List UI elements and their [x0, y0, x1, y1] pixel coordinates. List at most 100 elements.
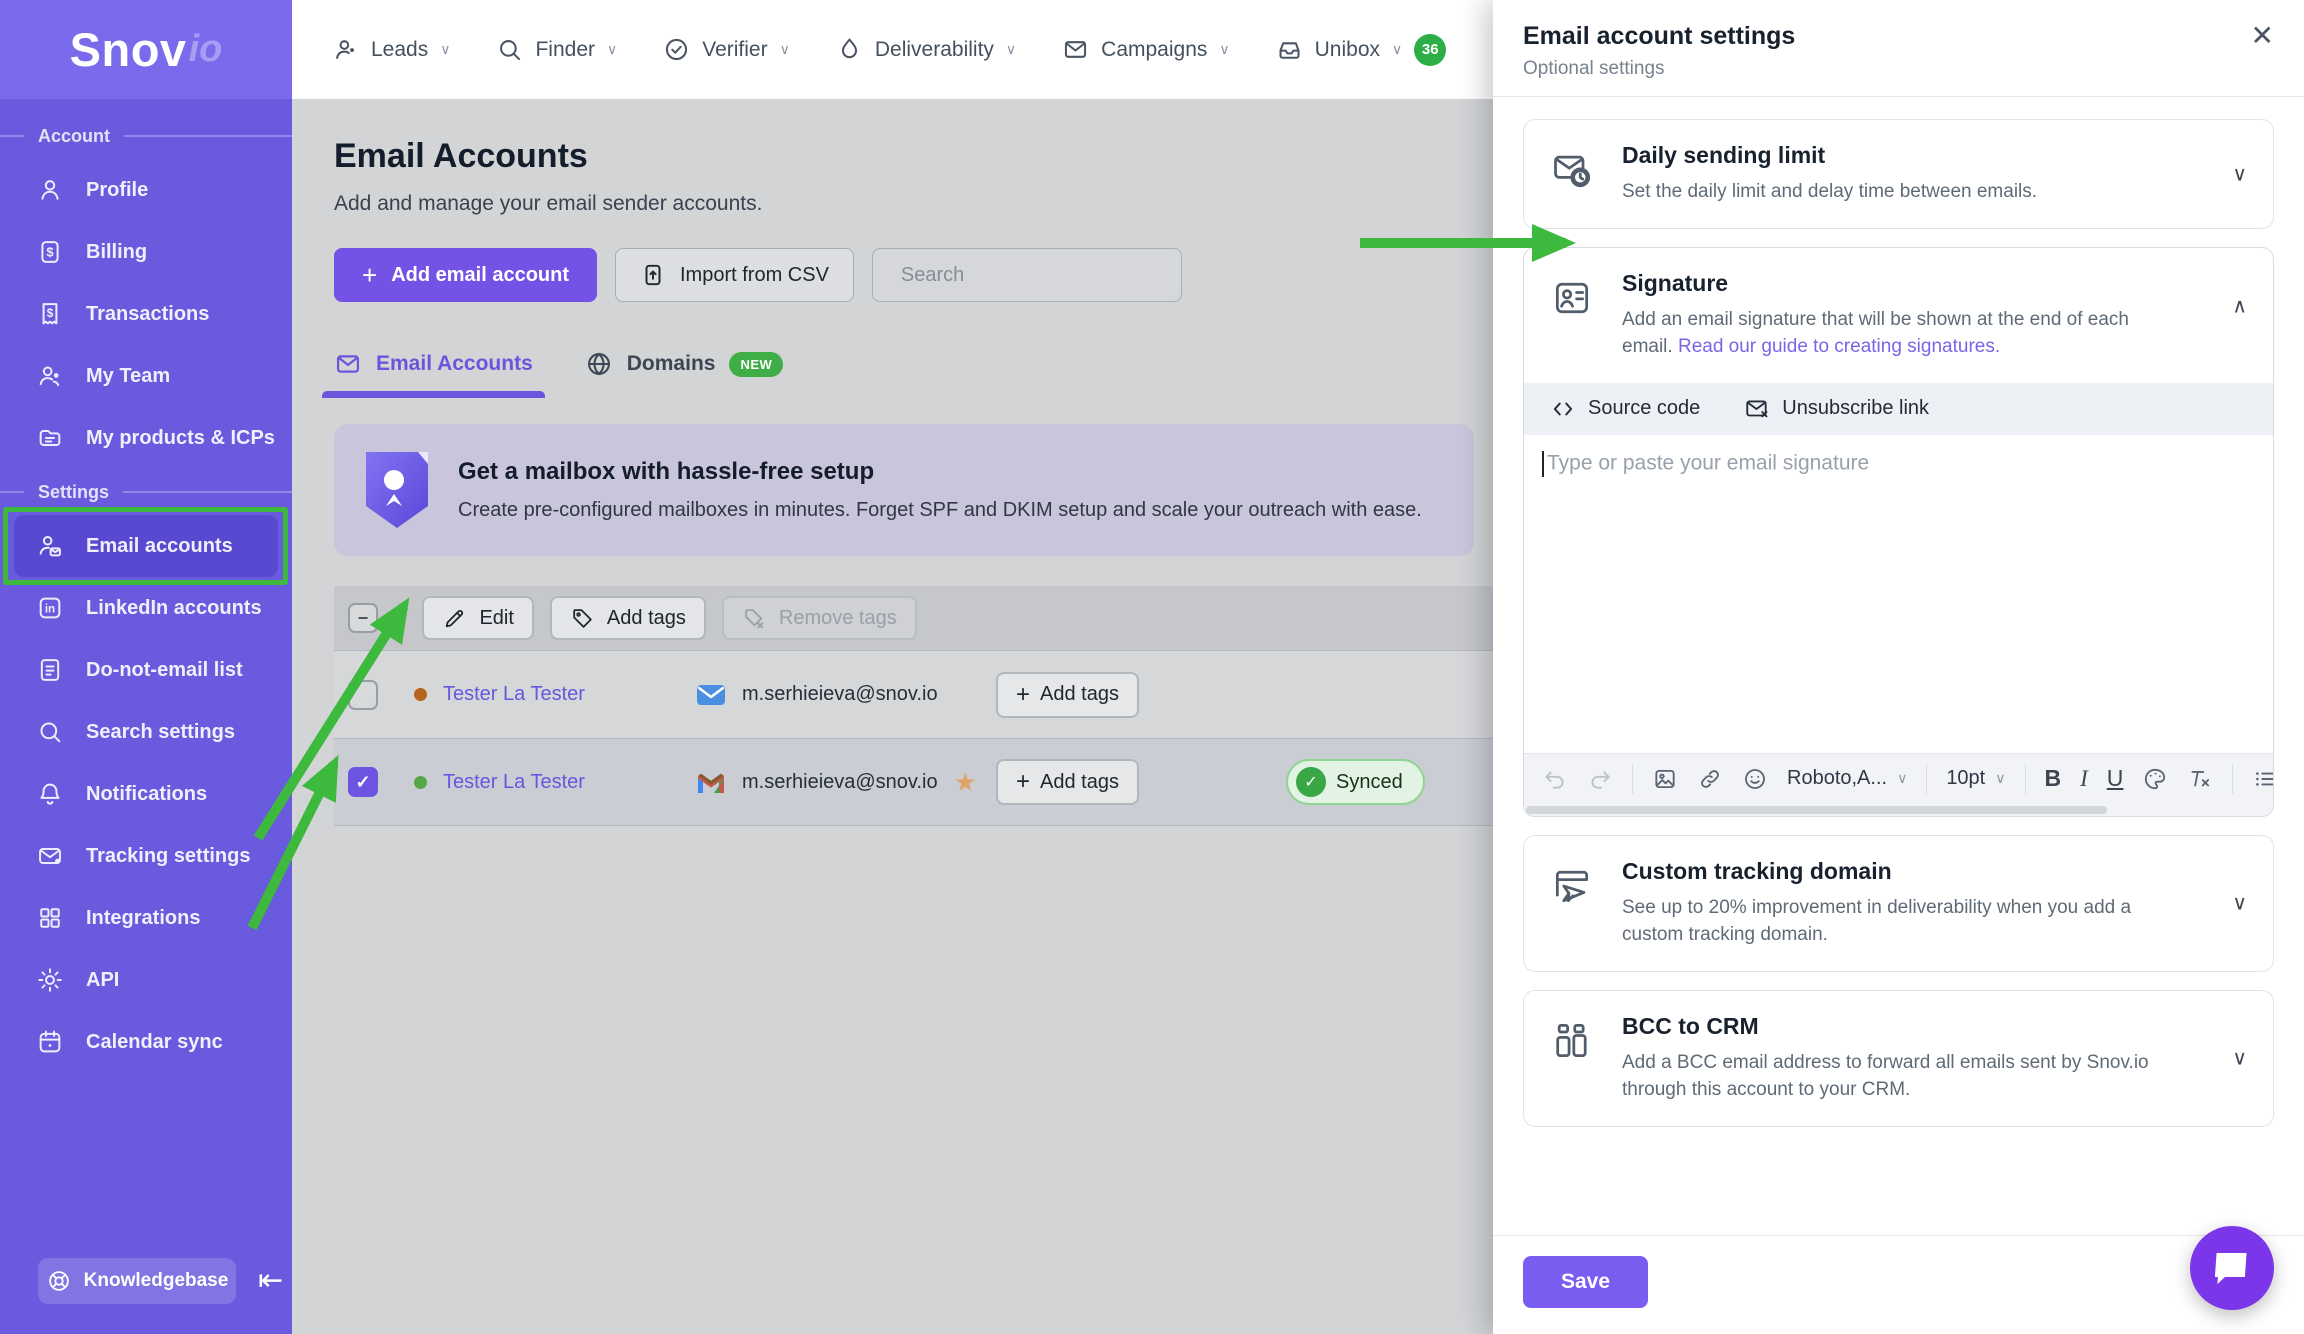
add-tags-button[interactable]: Add tags [550, 596, 706, 640]
row-add-tags-button[interactable]: + Add tags [996, 672, 1139, 718]
text-color-palette-icon[interactable] [2142, 766, 2168, 792]
row-add-tags-button[interactable]: + Add tags [996, 759, 1139, 805]
sidebar-nav: Account Profile $ Billing $ Transactions… [0, 99, 292, 1258]
font-size-dropdown[interactable]: 10pt ∨ [1946, 767, 2005, 790]
nav-label: Leads [371, 38, 428, 62]
select-all-checkbox[interactable]: − [348, 603, 378, 633]
favorite-star-icon[interactable]: ★ [954, 769, 977, 795]
mailbox-promo-banner[interactable]: Get a mailbox with hassle-free setup Cre… [334, 424, 1474, 556]
signature-guide-link[interactable]: Read our guide to creating signatures. [1678, 336, 2000, 357]
custom-tracking-domain-card[interactable]: Custom tracking domain See up to 20% imp… [1523, 835, 2274, 972]
row-add-tags-label: Add tags [1040, 683, 1119, 706]
signature-editor[interactable]: Type or paste your email signature [1524, 435, 2273, 753]
sidebar-item-tracking-settings[interactable]: Tracking settings [14, 825, 278, 887]
collapse-sidebar-icon[interactable]: ⇤ [258, 1266, 283, 1296]
emoji-icon[interactable] [1742, 766, 1768, 792]
edit-button[interactable]: Edit [422, 596, 533, 640]
chevron-down-icon: ∨ [440, 41, 450, 58]
font-size-value: 10pt [1946, 767, 1985, 790]
row-checkbox[interactable]: ✓ [348, 767, 378, 797]
italic-button[interactable]: I [2080, 766, 2088, 792]
nav-verifier[interactable]: Verifier ∨ [663, 36, 790, 63]
tab-label: Domains [627, 352, 716, 376]
nav-leads[interactable]: Leads ∨ [332, 36, 450, 63]
daily-sending-limit-card[interactable]: Daily sending limit Set the daily limit … [1523, 119, 2274, 229]
sidebar-section-settings: Settings [0, 469, 292, 515]
sidebar-item-label: Do-not-email list [86, 659, 243, 682]
sidebar-item-profile[interactable]: Profile [14, 159, 278, 221]
nav-deliverability[interactable]: Deliverability ∨ [836, 36, 1016, 63]
select-dropdown-caret[interactable]: ∨ [394, 608, 406, 628]
sidebar-item-products-icps[interactable]: My products & ICPs [14, 407, 278, 469]
remove-tags-label: Remove tags [779, 607, 897, 630]
table-row[interactable]: Tester La Tester m.serhieieva@snov.io + … [334, 650, 1493, 738]
panel-footer: Save [1493, 1235, 2304, 1334]
sidebar-item-email-accounts[interactable]: Email accounts [14, 515, 278, 577]
sidebar-item-integrations[interactable]: Integrations [14, 887, 278, 949]
nav-finder[interactable]: Finder ∨ [496, 36, 617, 63]
sidebar-item-label: Profile [86, 179, 148, 202]
search-icon [496, 36, 523, 63]
tab-domains[interactable]: Domains NEW [585, 350, 784, 398]
sidebar-item-my-team[interactable]: My Team [14, 345, 278, 407]
card-title: Signature [1622, 270, 2247, 297]
chevron-up-icon[interactable]: ∧ [2232, 293, 2247, 318]
close-icon[interactable]: ✕ [2251, 22, 2274, 50]
insert-link-icon[interactable] [1697, 766, 1723, 792]
import-from-csv-button[interactable]: Import from CSV [615, 248, 854, 302]
account-email: m.serhieieva@snov.io [742, 683, 938, 706]
font-family-value: Roboto,A... [1787, 767, 1887, 790]
table-row[interactable]: ✓ Tester La Tester m.serhieieva@snov.io … [334, 738, 1493, 826]
nav-unibox[interactable]: Unibox ∨ 36 [1276, 34, 1447, 66]
remove-tags-button[interactable]: Remove tags [722, 596, 917, 640]
snov-logo[interactable]: Snovio [0, 0, 292, 99]
search-input[interactable] [901, 264, 1166, 287]
chevron-down-icon[interactable]: ∨ [2232, 1046, 2247, 1071]
sidebar-item-do-not-email[interactable]: Do-not-email list [14, 639, 278, 701]
account-name-link[interactable]: Tester La Tester [443, 771, 585, 794]
insert-image-icon[interactable] [1652, 766, 1678, 792]
nav-campaigns[interactable]: Campaigns ∨ [1062, 36, 1229, 63]
tab-email-accounts[interactable]: Email Accounts [334, 350, 533, 398]
row-checkbox[interactable] [348, 680, 378, 710]
sidebar-item-notifications[interactable]: Notifications [14, 763, 278, 825]
envelope-dot-icon [36, 842, 64, 870]
gear-icon [36, 966, 64, 994]
text-cursor [1542, 451, 1544, 477]
knowledgebase-button[interactable]: Knowledgebase [38, 1258, 236, 1304]
chevron-down-icon[interactable]: ∨ [2232, 891, 2247, 916]
unsubscribe-link-button[interactable]: Unsubscribe link [1744, 396, 1929, 422]
window-send-icon [1550, 858, 1598, 949]
sidebar-item-search-settings[interactable]: Search settings [14, 701, 278, 763]
sidebar-item-label: Integrations [86, 907, 200, 930]
account-email: m.serhieieva@snov.io [742, 771, 938, 794]
clear-formatting-icon[interactable] [2187, 766, 2213, 792]
undo-icon[interactable] [1542, 766, 1568, 792]
nav-label: Finder [535, 38, 595, 62]
card-desc: Set the daily limit and delay time betwe… [1622, 178, 2247, 206]
account-name-link[interactable]: Tester La Tester [443, 683, 585, 706]
sidebar-item-label: Notifications [86, 783, 207, 806]
source-code-button[interactable]: Source code [1550, 396, 1700, 422]
underline-button[interactable]: U [2107, 765, 2124, 792]
sidebar-item-billing[interactable]: $ Billing [14, 221, 278, 283]
chevron-down-icon[interactable]: ∨ [2232, 161, 2247, 186]
synced-badge: ✓ Synced [1286, 759, 1425, 805]
bullet-list-icon[interactable] [2252, 766, 2274, 792]
redo-icon[interactable] [1587, 766, 1613, 792]
scrollbar-thumb[interactable] [1526, 806, 2107, 814]
sidebar-item-calendar-sync[interactable]: Calendar sync [14, 1011, 278, 1073]
panel-subtitle: Optional settings [1523, 58, 2274, 80]
bold-button[interactable]: B [2045, 765, 2062, 792]
plus-icon: + [1016, 768, 1030, 796]
bcc-to-crm-card[interactable]: BCC to CRM Add a BCC email address to fo… [1523, 990, 2274, 1127]
sidebar-item-api[interactable]: API [14, 949, 278, 1011]
sidebar-item-linkedin-accounts[interactable]: in LinkedIn accounts [14, 577, 278, 639]
add-email-account-button[interactable]: + Add email account [334, 248, 597, 302]
chat-widget-button[interactable] [2190, 1226, 2274, 1310]
save-button[interactable]: Save [1523, 1256, 1648, 1308]
tab-label: Email Accounts [376, 352, 533, 376]
unibox-count-badge: 36 [1414, 34, 1446, 66]
font-family-dropdown[interactable]: Roboto,A... ∨ [1787, 767, 1907, 790]
sidebar-item-transactions[interactable]: $ Transactions [14, 283, 278, 345]
